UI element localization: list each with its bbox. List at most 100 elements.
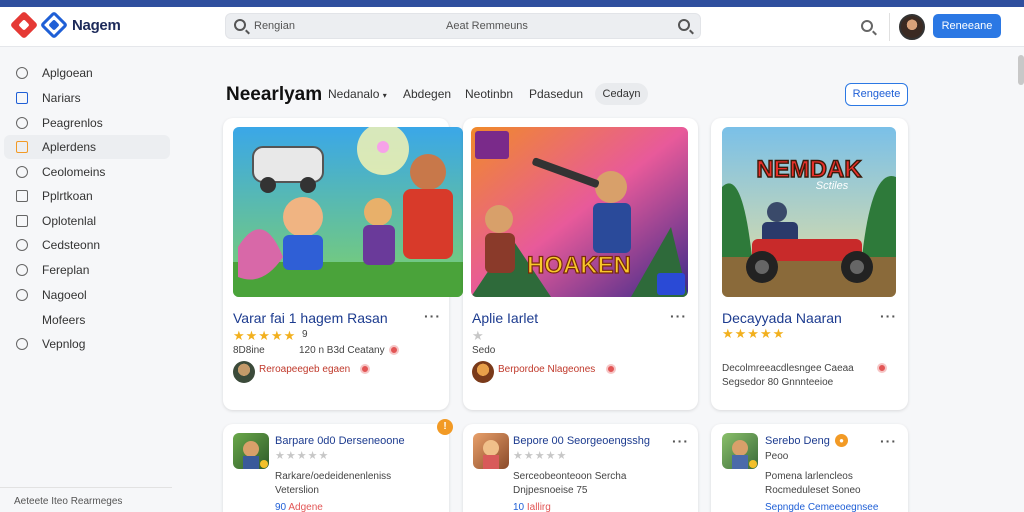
developer-name[interactable]: Reroapeegeb egaen xyxy=(259,364,350,375)
card-icon xyxy=(16,92,28,104)
app-thumbnail[interactable] xyxy=(722,433,758,469)
developer-name[interactable]: Berpordoe Nlageones xyxy=(498,364,595,375)
more-icon[interactable]: ··· xyxy=(880,308,897,324)
circle-icon xyxy=(16,338,28,350)
artwork-banner-subtext: Sctiles xyxy=(816,180,849,192)
artwork-image: HOAKEN xyxy=(471,127,688,297)
more-icon[interactable]: ··· xyxy=(672,433,689,449)
search-submit-icon[interactable] xyxy=(678,19,690,31)
search-icon[interactable] xyxy=(861,20,873,32)
badge-icon xyxy=(877,363,887,373)
app-logo[interactable]: Nagem xyxy=(9,10,121,40)
app-description: Serceobeonteoon Sercha Dnjpesnoeise 75 xyxy=(513,471,627,496)
app-description: Rarkare/oedeidenenleniss Veterslion xyxy=(275,471,392,496)
sidebar: Aplgoean Nariars Peagrenlos Aplerdens Ce… xyxy=(0,48,180,512)
window-top-strip xyxy=(0,0,1024,7)
tab-label: Nedanalo xyxy=(328,87,380,101)
card-meta: Sedo xyxy=(472,345,496,356)
tab[interactable]: Abdegen xyxy=(403,87,451,101)
sidebar-item[interactable]: Ceolomeins xyxy=(4,160,170,184)
sidebar-item-label: Aplerdens xyxy=(42,140,97,154)
sidebar-item[interactable]: Nariars xyxy=(4,86,170,110)
more-icon[interactable]: ··· xyxy=(424,308,441,324)
card-meta: 8D8ine xyxy=(233,345,265,356)
app-subtitle: Peoo xyxy=(765,451,789,462)
star-rating: ★★★★★ xyxy=(513,450,568,462)
page-action-button[interactable]: Rengeete xyxy=(845,83,908,106)
app-link[interactable]: 90 Adgene xyxy=(275,502,323,512)
sidebar-item[interactable]: Cedsteonn xyxy=(4,233,170,257)
grid-icon xyxy=(16,141,28,153)
chat-icon xyxy=(16,166,28,178)
app-title[interactable]: Bepore 00 Seorgeoengsshg xyxy=(513,435,650,447)
sidebar-item[interactable]: Pplrtkoan xyxy=(4,184,170,208)
sidebar-item-label: Vepnlog xyxy=(42,337,86,351)
sidebar-item-label: Mofeers xyxy=(42,313,86,327)
scrollbar[interactable] xyxy=(1018,55,1024,85)
rating-count: 9 xyxy=(302,329,308,340)
sidebar-item[interactable]: Nagoeol xyxy=(4,283,170,307)
blank-icon xyxy=(16,314,28,326)
tab[interactable]: Pdasedun xyxy=(529,87,583,101)
more-icon[interactable]: ··· xyxy=(880,433,897,449)
app-icon-image xyxy=(243,441,268,469)
page-title: Neearlyam xyxy=(226,84,323,105)
sidebar-item-label: Nariars xyxy=(42,91,81,105)
shooter-artwork[interactable]: HOAKEN xyxy=(471,127,688,297)
badge-icon xyxy=(360,364,370,374)
star-rating: ★★★★★ xyxy=(275,450,330,462)
app-link[interactable]: 10 Iallirg xyxy=(513,502,551,512)
artwork-image xyxy=(233,127,463,297)
artwork-banner-text: NEMDAK xyxy=(756,156,862,183)
artwork-banner-text: HOAKEN xyxy=(527,252,631,279)
card-title[interactable]: Decayyada Naaran xyxy=(722,310,842,326)
sidebar-item[interactable]: Peagrenlos xyxy=(4,111,170,135)
card-meta: Segsedor 80 Gnnnteeioe xyxy=(722,377,834,388)
star-rating: ★★★★★ xyxy=(722,326,786,341)
developer-avatar[interactable] xyxy=(233,361,255,383)
sidebar-item-label: Pplrtkoan xyxy=(42,189,93,203)
card-meta: 120 n B3d Ceatany xyxy=(299,345,385,356)
logo-blue-icon xyxy=(39,10,69,40)
sidebar-item[interactable]: Fereplan xyxy=(4,258,170,282)
app-thumbnail[interactable] xyxy=(473,433,509,469)
star-rating: ★★★★★ xyxy=(233,328,297,343)
user-icon xyxy=(16,67,28,79)
verified-badge: ● xyxy=(835,434,848,447)
atv-artwork[interactable]: NEMDAK Sctiles xyxy=(722,127,896,297)
star-rating: ★ xyxy=(472,328,485,343)
sidebar-item[interactable]: Aplgoean xyxy=(4,61,170,85)
badge-icon xyxy=(389,345,399,355)
card-meta: Decolmreeacdlesngee Caeaa xyxy=(722,363,854,374)
tab-pill[interactable]: Cedayn xyxy=(595,83,648,105)
developer-avatar[interactable] xyxy=(472,361,494,383)
card-title[interactable]: Aplie Iarlet xyxy=(472,310,538,326)
sidebar-item-label: Aplgoean xyxy=(42,66,93,80)
sidebar-item-label: Oplotenlal xyxy=(42,214,97,228)
sidebar-item-active[interactable]: Aplerdens xyxy=(4,135,170,159)
characters-artwork[interactable] xyxy=(233,127,463,297)
sidebar-item-label: Nagoeol xyxy=(42,288,87,302)
artwork-image: NEMDAK Sctiles xyxy=(722,127,896,297)
list-icon xyxy=(16,190,28,202)
badge-icon xyxy=(606,364,616,374)
tab-dropdown[interactable]: Nedanalo ▾ xyxy=(328,87,387,101)
divider xyxy=(0,487,172,488)
sidebar-item[interactable]: Oplotenlal xyxy=(4,209,170,233)
sidebar-item[interactable]: Vepnlog xyxy=(4,332,170,356)
card-title[interactable]: Varar fai 1 hagem Rasan xyxy=(233,310,388,326)
sidebar-item[interactable]: Mofeers xyxy=(4,308,170,332)
more-icon[interactable]: ··· xyxy=(670,308,687,324)
app-title[interactable]: Barpare 0d0 Derseneoone xyxy=(275,435,405,447)
logo-red-icon xyxy=(9,10,39,40)
tab[interactable]: Neotinbn xyxy=(465,87,513,101)
search-bar[interactable]: Rengian Aeat Remmeuns xyxy=(225,13,701,39)
doc-icon xyxy=(16,215,28,227)
topbar-button[interactable]: Reneeane xyxy=(933,14,1001,38)
app-title[interactable]: Serebo Deng xyxy=(765,435,830,447)
sidebar-footer[interactable]: Aeteete Iteo Rearmeges xyxy=(14,496,122,507)
avatar[interactable] xyxy=(899,14,925,40)
app-link[interactable]: Sepngde Cemeeoegnsee xyxy=(765,502,878,512)
app-icon-image xyxy=(483,440,499,469)
app-thumbnail[interactable] xyxy=(233,433,269,469)
